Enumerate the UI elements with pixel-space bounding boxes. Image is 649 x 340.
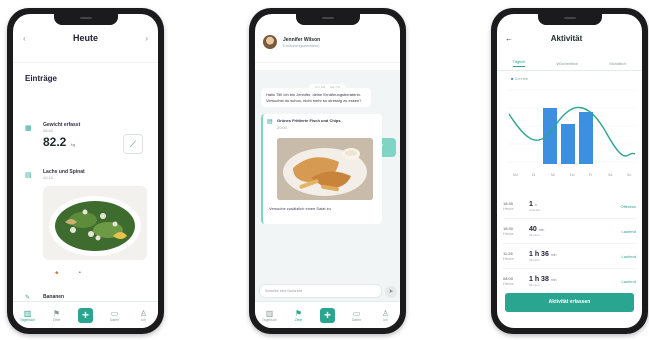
document-icon: ▤ — [25, 172, 32, 179]
person-icon: ♙ — [381, 308, 390, 318]
diary-icon: ▥ — [265, 308, 274, 318]
row-value: 1 h 36 min Minuten — [529, 250, 557, 262]
day-label: Sa — [608, 173, 612, 177]
weight-value: 82.2 — [43, 135, 67, 149]
entry-banana[interactable]: ✎ Bananen — [25, 294, 64, 301]
dot-icon: • — [79, 270, 81, 276]
fish-and-chips-photo — [277, 138, 373, 200]
back-arrow-icon[interactable]: ← — [505, 34, 513, 43]
chevron-right-icon[interactable]: › — [145, 34, 148, 43]
row-time: 11:26 Heute — [503, 251, 514, 261]
chat-screen: Jennifer Wilson Ernährungsberaterin 02.0… — [255, 14, 400, 328]
goals-icon: ⚑ — [52, 308, 61, 318]
day-label: So — [627, 173, 631, 177]
phone-notch — [53, 14, 118, 25]
period-tabs: Täglich Wöchentlich Monatlich — [497, 56, 642, 71]
send-icon[interactable]: ➤ — [385, 286, 397, 298]
shared-meal-card[interactable]: ▤ Grünes Frittierte Fisch und Chips 20:0… — [261, 114, 382, 224]
day-label: Di — [532, 173, 536, 177]
row-status: Laufend — [621, 253, 636, 259]
activity-chart: Mo Di Mi Do Fr Sa So — [507, 89, 636, 177]
activity-list: 18:30 Heute 1 h Stunden Offenbar 18:30 Heute 40… — [503, 194, 636, 294]
data-icon: ▭ — [110, 308, 119, 318]
nav-profile[interactable]: ♙ Ich — [134, 309, 154, 322]
message-input[interactable]: Schreibe eine Nachricht — [259, 284, 382, 298]
avatar[interactable] — [263, 35, 277, 49]
goals-icon: ⚑ — [294, 308, 303, 318]
contact-role: Ernährungsberaterin — [283, 42, 320, 48]
phone-notch — [537, 14, 602, 25]
entry-time: 10:10 — [43, 175, 54, 180]
row-value: 1 h Stunden — [529, 200, 541, 212]
salad-photo — [43, 186, 147, 260]
card-time: 20:00 — [277, 125, 288, 130]
row-time: 08:00 Heute — [503, 276, 514, 286]
row-time: 18:30 Heute — [503, 226, 514, 236]
plus-icon: + — [78, 307, 93, 323]
bottom-nav: ▥ Tagebuch ⚑ Ziele + ▭ Daten ♙ Ich — [13, 301, 158, 328]
page-title: Heute — [72, 33, 98, 43]
plus-icon: + — [320, 307, 335, 323]
entry-weight[interactable]: ▦ Gewicht erfasst 08:40 82.2 kg — [25, 122, 80, 151]
nav-add[interactable]: + — [318, 307, 338, 323]
activity-row[interactable]: 11:26 Heute 1 h 36 min Minuten Laufend — [503, 244, 636, 269]
day-label: Fr — [589, 173, 593, 177]
nav-diary[interactable]: ▥ Tagebuch — [18, 309, 38, 322]
log-activity-button[interactable]: Aktivität erfassen — [505, 293, 634, 312]
entry-meal[interactable]: ▤ Lachs und Spinat 10:10 — [25, 169, 85, 180]
nav-add[interactable]: + — [76, 307, 96, 323]
activity-row[interactable]: 18:30 Heute 1 h Stunden Offenbar — [503, 194, 636, 219]
diary-screen: ‹ Heute › Einträge ▦ Gewicht erfasst 08:… — [13, 14, 158, 328]
person-icon: ♙ — [139, 308, 148, 318]
row-status: Laufend — [621, 228, 636, 234]
phone-diary: ‹ Heute › Einträge ▦ Gewicht erfasst 08:… — [7, 8, 164, 334]
phone-activity: ← Aktivität Täglich Wöchentlich Monatlic… — [491, 8, 648, 334]
data-icon: ▭ — [352, 308, 361, 318]
row-status: Laufend — [621, 278, 636, 284]
day-label: Mi — [551, 173, 555, 177]
diary-icon: ▥ — [23, 308, 32, 318]
activity-screen: ← Aktivität Täglich Wöchentlich Monatlic… — [497, 14, 642, 328]
nav-data[interactable]: ▭ Daten — [105, 309, 125, 322]
entries-heading: Einträge — [25, 74, 58, 83]
activity-row[interactable]: 08:00 Heute 1 h 38 min Minuten Laufend — [503, 269, 636, 294]
day-label: Mo — [513, 173, 518, 177]
phone-notch — [295, 14, 360, 25]
row-value: 1 h 38 min Minuten — [529, 275, 557, 287]
tab-weekly[interactable]: Wöchentlich — [556, 61, 578, 66]
phone-chat: Jennifer Wilson Ernährungsberaterin 02.0… — [249, 8, 406, 334]
nav-diary[interactable]: ▥ Tagebuch — [260, 309, 280, 322]
food-icon: ✎ — [25, 295, 31, 301]
incoming-message: Hallo Till! Ich bin Jennifer, deine Ernä… — [261, 88, 371, 107]
card-text: Versuche zusätzlich einen Salat zu — [269, 206, 331, 211]
bottom-nav: ▥ Tagebuch ⚑ Ziele + ▭ Daten ♙ Ich — [255, 301, 400, 328]
day-label: Do — [570, 173, 575, 177]
nav-profile[interactable]: ♙ Ich — [376, 309, 396, 322]
row-value: 40 min Minuten — [529, 225, 545, 237]
chevron-left-icon[interactable]: ‹ — [23, 34, 26, 43]
activity-header: ← Aktivität — [497, 20, 642, 56]
card-title: Grünes Frittierte Fisch und Chips — [277, 118, 341, 123]
activity-bar — [561, 124, 575, 164]
tab-monthly[interactable]: Monatlich — [609, 61, 626, 66]
nav-data[interactable]: ▭ Daten — [347, 309, 367, 322]
row-time: 18:30 Heute — [503, 201, 514, 211]
contact-name: Jennifer Wilson — [283, 36, 321, 43]
chat-header: Jennifer Wilson Ernährungsberaterin — [255, 22, 400, 63]
tab-daily[interactable]: Täglich — [512, 59, 526, 67]
nav-goals[interactable]: ⚑ Ziele — [47, 309, 67, 322]
activity-bar — [579, 112, 593, 164]
calendar-icon: ▦ — [25, 125, 32, 132]
document-icon: ▤ — [267, 119, 273, 125]
nav-goals[interactable]: ⚑ Ziele — [289, 309, 309, 322]
activity-row[interactable]: 18:30 Heute 40 min Minuten Laufend — [503, 219, 636, 244]
row-status: Offenbar — [620, 203, 637, 209]
weight-unit: kg — [70, 142, 76, 147]
trend-chart-icon[interactable]: ⟋ — [123, 134, 143, 154]
page-title: Aktivität — [550, 33, 583, 43]
food-icon: ⬥ — [55, 270, 59, 276]
activity-bar — [543, 108, 557, 164]
